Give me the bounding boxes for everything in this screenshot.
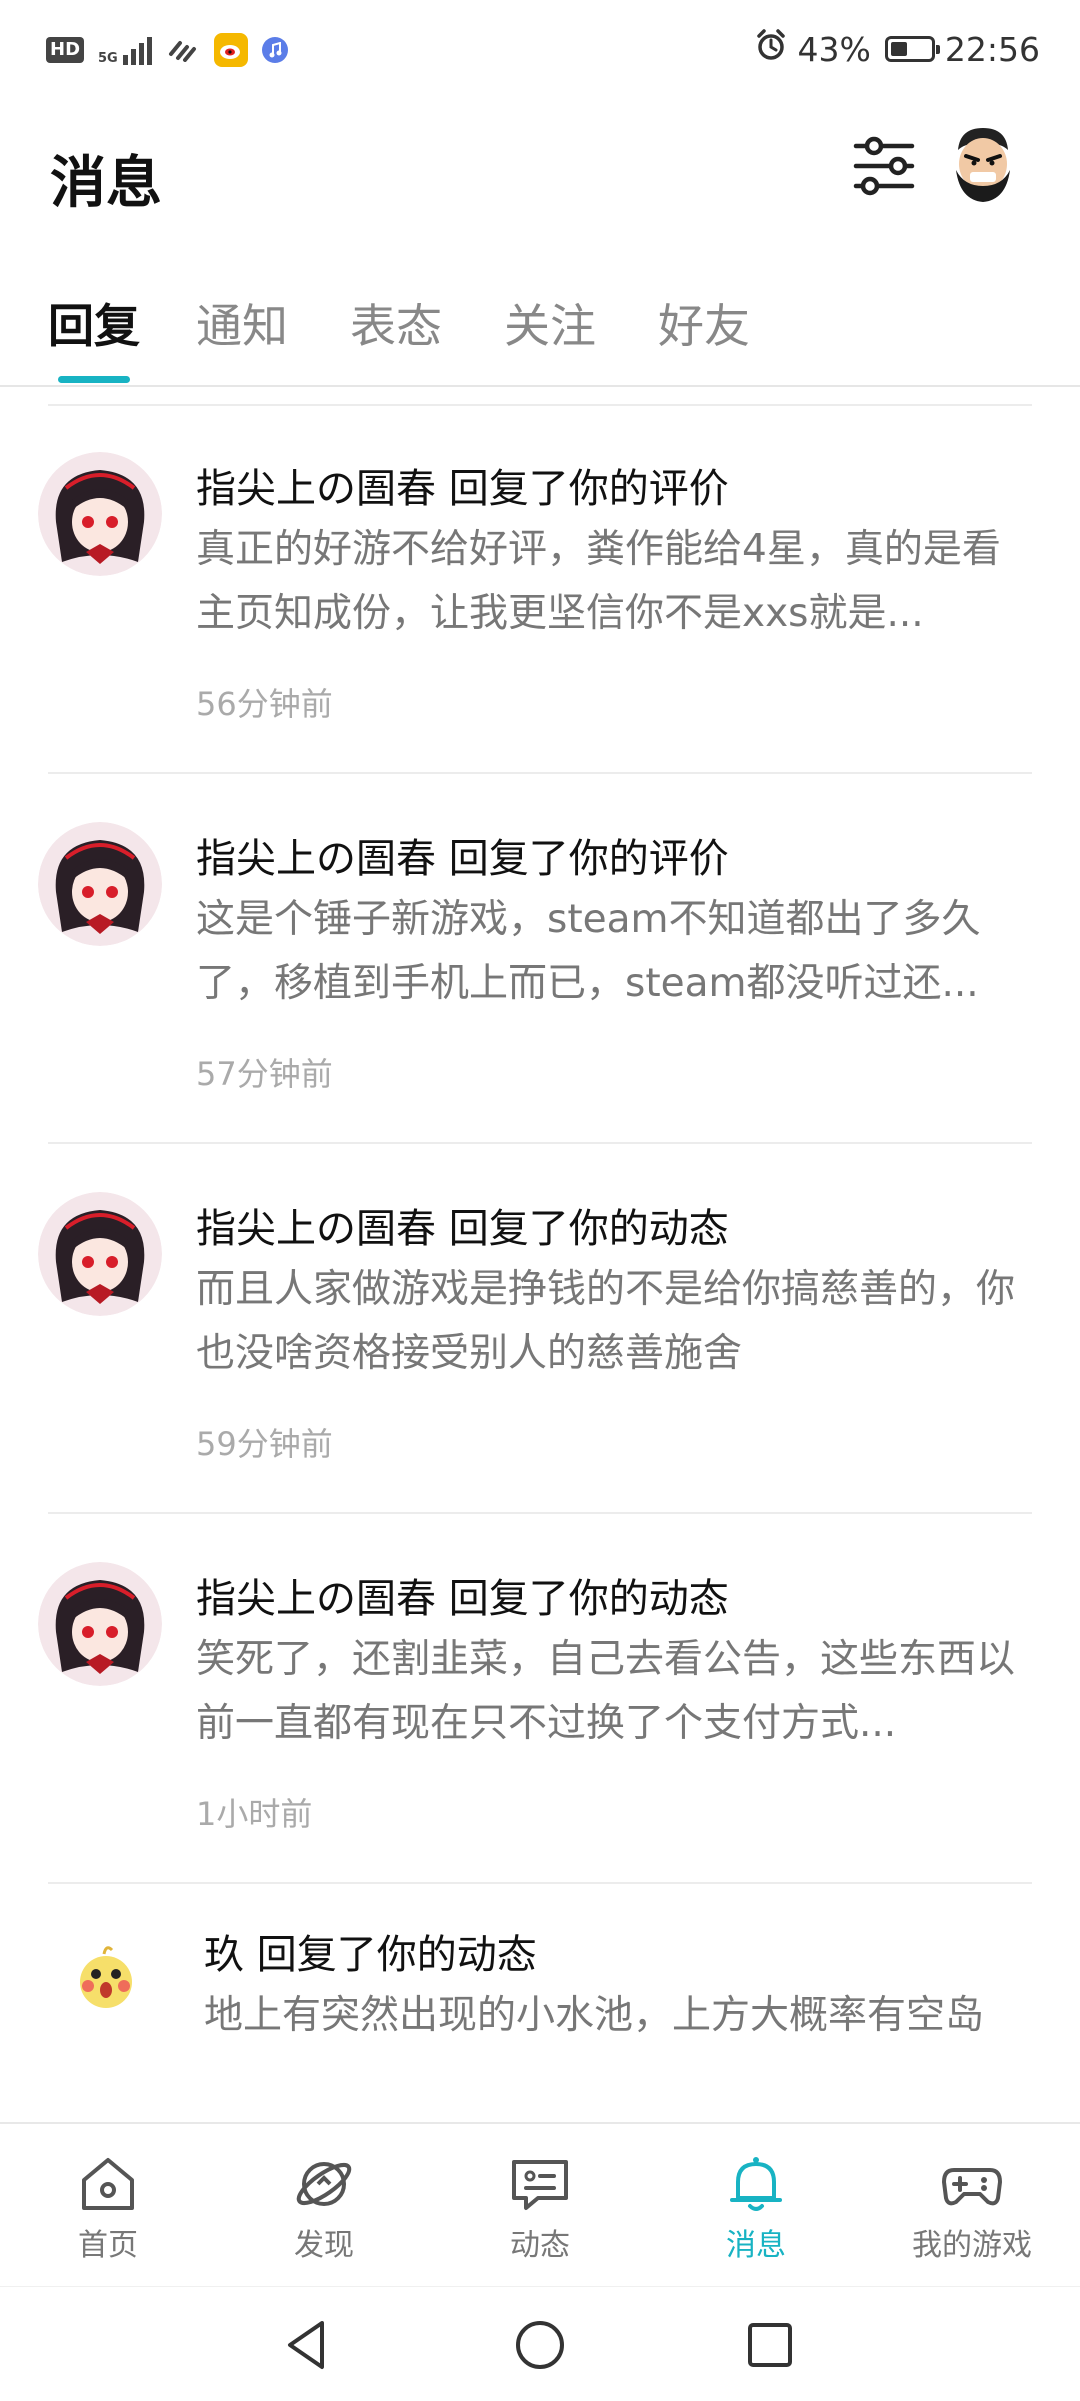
nav-label: 动态 [510, 2228, 570, 2263]
signal-icon: 5G [98, 35, 152, 65]
tab-notifications[interactable]: 通知 [196, 290, 288, 356]
nav-label: 我的游戏 [912, 2228, 1032, 2263]
clock: 22:56 [944, 29, 1040, 69]
message-title: 指尖上の圄春 回复了你的动态 [196, 1206, 729, 1252]
home-button[interactable] [508, 2313, 572, 2377]
back-button[interactable] [276, 2313, 340, 2377]
home-icon [82, 2158, 134, 2210]
hd-icon: HD [46, 37, 85, 63]
square-recents-icon [748, 2323, 792, 2367]
message-time: 59分钟前 [196, 1425, 333, 1463]
recents-button[interactable] [738, 2313, 802, 2377]
battery-cap [935, 45, 940, 54]
status-left: HD 5G [46, 30, 288, 70]
status-right: 43% 22:56 [754, 26, 1040, 72]
message-time: 1小时前 [196, 1795, 313, 1833]
message-list[interactable]: 指尖上の圄春 回复了你的评价 真正的好游不给好评，粪作能给4星，真的是看主页知成… [0, 404, 1080, 2122]
message-title: 指尖上の圄春 回复了你的动态 [196, 1576, 729, 1622]
message-body: 笑死了，还割韭菜，自己去看公告，这些东西以前一直都有现在只不过换了个支付方式..… [196, 1637, 1016, 1746]
tab-friends[interactable]: 好友 [658, 290, 750, 356]
message-item[interactable]: 指尖上の圄春 回复了你的动态 而且人家做游戏是挣钱的不是给你搞慈善的，你也没啥资… [0, 1144, 1080, 1514]
message-body: 这是个锤子新游戏，steam不知道都出了多久了，移植到手机上而已，steam都没… [196, 897, 981, 1006]
tab-reactions[interactable]: 表态 [350, 290, 442, 356]
message-title: 指尖上の圄春 回复了你的评价 [196, 836, 729, 882]
nav-discover[interactable]: 发现 [224, 2152, 424, 2282]
filter-button[interactable] [846, 128, 922, 204]
message-body: 地上有突然出现的小水池，上方大概率有空岛 [204, 1993, 985, 2038]
gamepad-icon [942, 2168, 1002, 2206]
discover-icon [296, 2162, 352, 2206]
battery-percent: 43% [797, 29, 871, 69]
feed-icon [512, 2160, 568, 2210]
message-time: 56分钟前 [196, 685, 333, 723]
message-item[interactable]: 指尖上の圄春 回复了你的动态 笑死了，还割韭菜，自己去看公告，这些东西以前一直都… [0, 1514, 1080, 1884]
avatar[interactable] [38, 452, 162, 576]
tab-follows[interactable]: 关注 [504, 290, 596, 356]
status-bar: HD 5G 43% 22:56 [0, 0, 1080, 100]
nav-my-games[interactable]: 我的游戏 [872, 2152, 1072, 2282]
system-nav-bar [0, 2286, 1080, 2401]
message-item[interactable]: 指尖上の圄春 回复了你的评价 这是个锤子新游戏，steam不知道都出了多久了，移… [0, 774, 1080, 1144]
battery-icon [884, 36, 940, 62]
music-icon [261, 37, 288, 63]
nav-home[interactable]: 首页 [8, 2152, 208, 2282]
message-time: 57分钟前 [196, 1055, 333, 1093]
settings-sliders-icon [853, 136, 915, 196]
header: 消息 [0, 120, 1080, 230]
tab-replies[interactable]: 回复 [48, 290, 140, 356]
bell-icon [730, 2157, 782, 2211]
link-icon [166, 33, 200, 67]
back-icon [288, 2321, 324, 2369]
user-avatar[interactable] [940, 120, 1026, 206]
message-title: 指尖上の圄春 回复了你的评价 [196, 466, 729, 512]
tab-bar: 回复 通知 表态 关注 好友 [0, 280, 1080, 387]
active-tab-indicator [58, 376, 130, 383]
avatar[interactable] [70, 1940, 142, 2012]
message-body: 而且人家做游戏是挣钱的不是给你搞慈善的，你也没啥资格接受别人的慈善施舍 [196, 1267, 1016, 1376]
circle-home-icon [516, 2321, 564, 2369]
avatar[interactable] [38, 1562, 162, 1686]
avatar[interactable] [38, 1192, 162, 1316]
nav-label: 发现 [294, 2228, 354, 2263]
weibo-icon [213, 33, 248, 67]
battery-level [890, 42, 907, 56]
nav-feed[interactable]: 动态 [440, 2152, 640, 2282]
nav-label: 首页 [78, 2228, 138, 2263]
message-item[interactable]: 玖 回复了你的动态 地上有突然出现的小水池，上方大概率有空岛 [0, 1884, 1080, 2122]
nav-messages[interactable]: 消息 [656, 2152, 856, 2282]
page-title: 消息 [50, 151, 162, 216]
message-body: 真正的好游不给好评，粪作能给4星，真的是看主页知成份，让我更坚信你不是xxs就是… [196, 527, 1001, 636]
message-item[interactable]: 指尖上の圄春 回复了你的评价 真正的好游不给好评，粪作能给4星，真的是看主页知成… [0, 404, 1080, 774]
alarm-icon [754, 28, 788, 70]
nav-label: 消息 [726, 2228, 786, 2263]
message-title: 玖 回复了你的动态 [204, 1932, 537, 1978]
avatar[interactable] [38, 822, 162, 946]
bottom-nav: 首页 发现 动态 消息 我的游戏 [0, 2122, 1080, 2286]
